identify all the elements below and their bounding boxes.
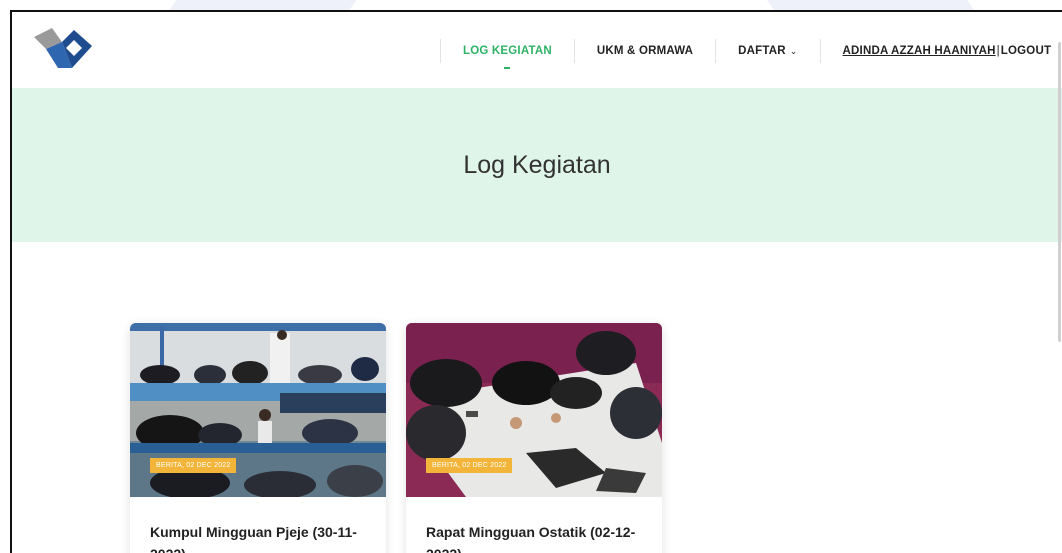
nav-separator: | xyxy=(996,45,1000,57)
scrollbar[interactable] xyxy=(1056,12,1062,553)
nav-log-kegiatan[interactable]: LOG KEGIATAN xyxy=(440,39,574,63)
scrollbar-thumb[interactable] xyxy=(1058,42,1061,342)
page-hero: Log Kegiatan xyxy=(12,88,1062,242)
card-photo: BERITA, 02 DEC 2022 xyxy=(130,323,386,497)
logo-mark xyxy=(34,28,92,68)
activity-card[interactable]: BERITA, 02 DEC 2022 Kumpul Mingguan Pjej… xyxy=(130,323,386,553)
card-category-badge: BERITA, 02 DEC 2022 xyxy=(150,458,237,473)
site-logo[interactable] xyxy=(32,24,94,70)
card-title[interactable]: Rapat Mingguan Ostatik (02-12-2022) xyxy=(426,521,646,553)
chevron-down-icon: ⌄ xyxy=(789,46,798,56)
site-header: LOG KEGIATAN UKM & ORMAWA DAFTAR ⌄ ADINDA… xyxy=(12,12,1062,88)
nav-ukm-ormawa-label: UKM & ORMAWA xyxy=(596,45,694,57)
nav-daftar-dropdown[interactable]: DAFTAR ⌄ xyxy=(715,39,819,63)
browser-viewport: LOG KEGIATAN UKM & ORMAWA DAFTAR ⌄ ADINDA… xyxy=(10,10,1062,553)
card-category-badge: BERITA, 02 DEC 2022 xyxy=(426,458,513,473)
main-nav: LOG KEGIATAN UKM & ORMAWA DAFTAR ⌄ ADINDA… xyxy=(440,36,1062,66)
nav-log-kegiatan-label: LOG KEGIATAN xyxy=(463,45,552,57)
nav-user: ADINDA AZZAH HAANIYAH|LOGOUT xyxy=(819,39,1062,63)
page-title: Log Kegiatan xyxy=(463,150,611,179)
user-name-link[interactable]: ADINDA AZZAH HAANIYAH xyxy=(843,45,996,57)
card-photo: BERITA, 02 DEC 2022 xyxy=(406,323,662,497)
card-title[interactable]: Kumpul Mingguan Pjeje (30-11-2022) xyxy=(150,521,370,553)
nav-daftar-label: DAFTAR xyxy=(738,45,786,57)
activity-card[interactable]: BERITA, 02 DEC 2022 Rapat Mingguan Ostat… xyxy=(406,323,662,553)
nav-ukm-ormawa[interactable]: UKM & ORMAWA xyxy=(573,39,715,63)
logout-link[interactable]: LOGOUT xyxy=(1001,45,1051,57)
